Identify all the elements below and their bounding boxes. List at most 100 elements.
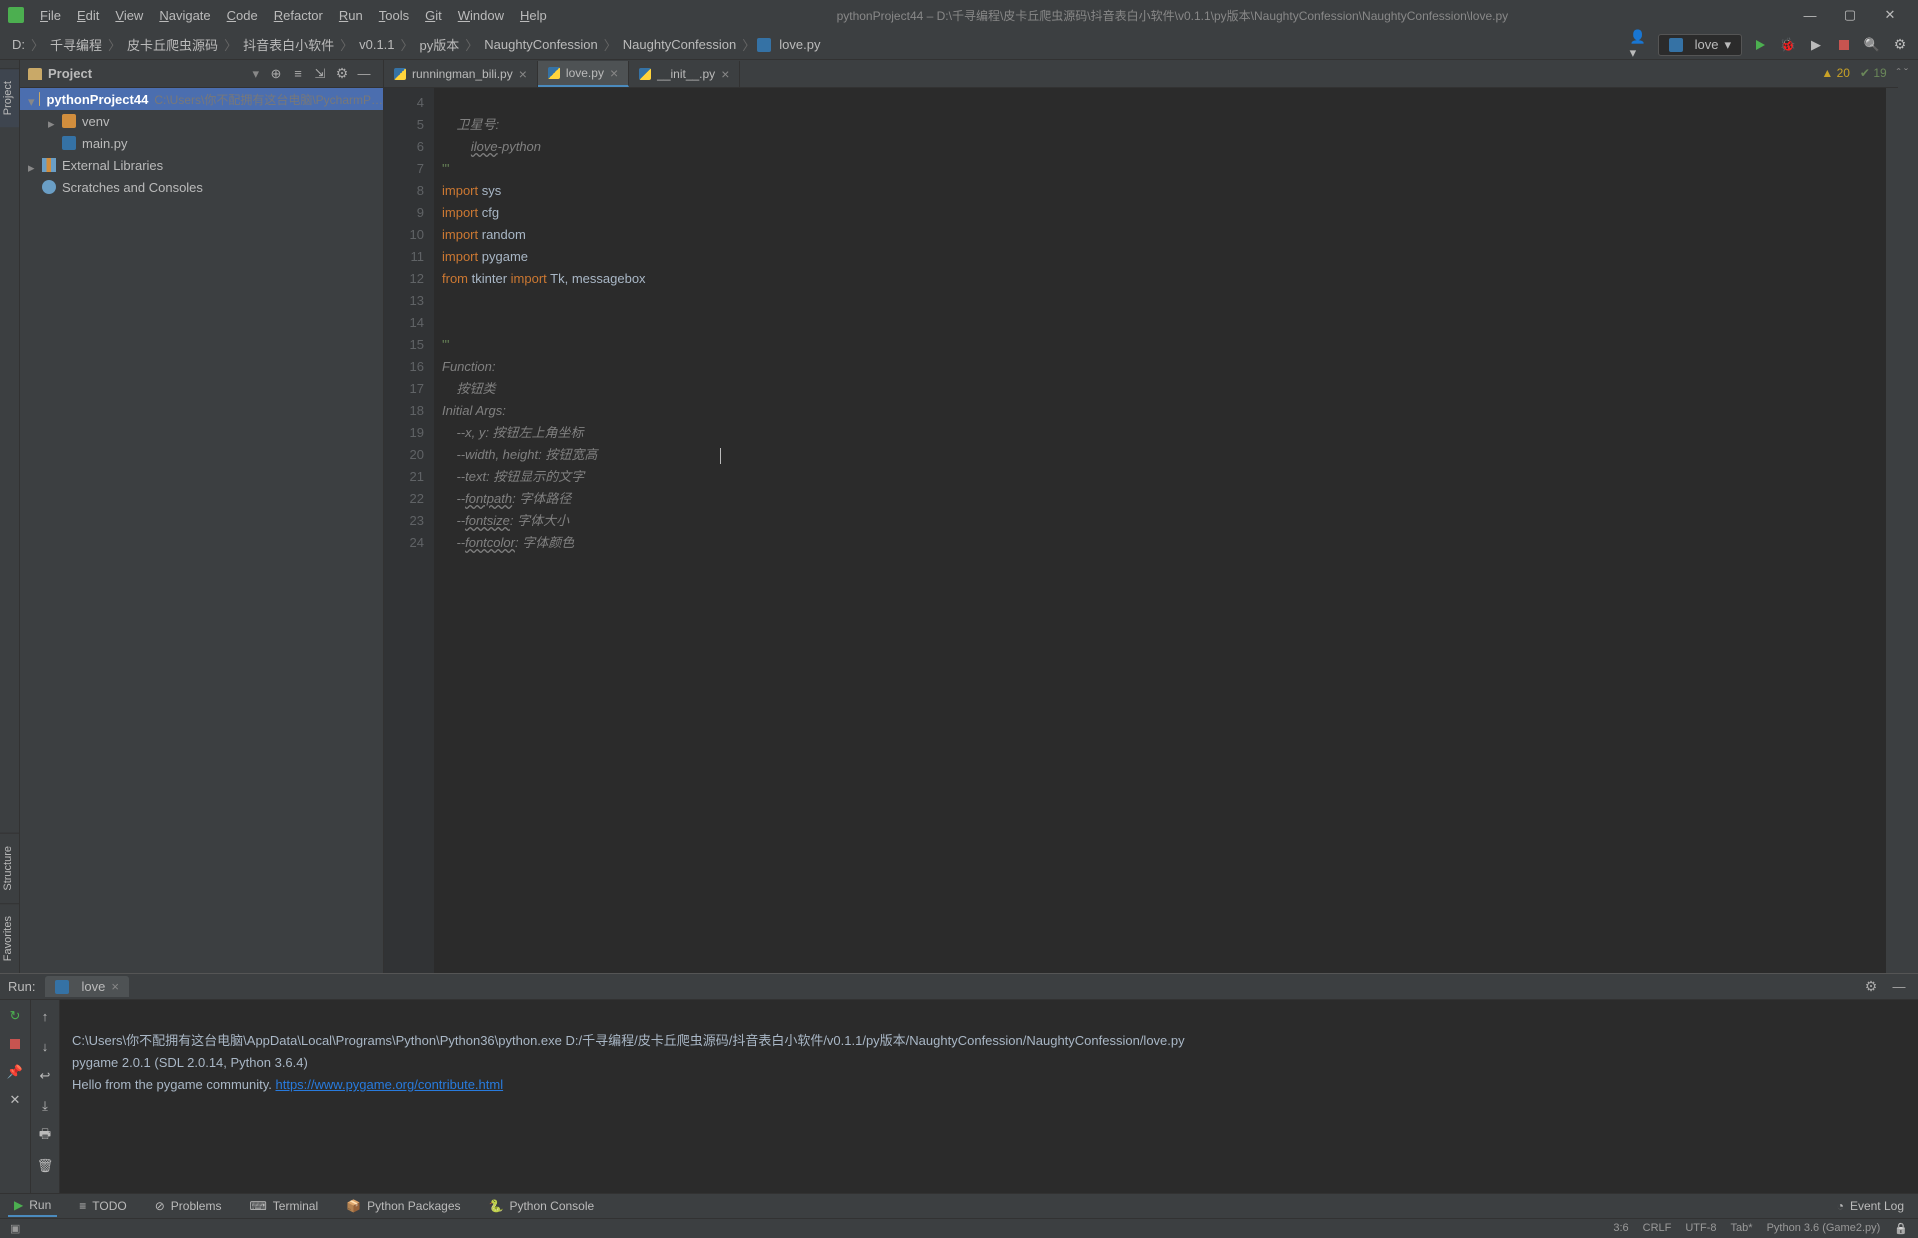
code-line[interactable]: Function: — [442, 356, 1886, 378]
editor-tab[interactable]: love.py× — [538, 61, 629, 87]
breadcrumb-segment[interactable]: love.py — [775, 35, 824, 54]
readonly-lock-icon[interactable] — [1894, 1222, 1908, 1235]
breadcrumb-segment[interactable]: 皮卡丘爬虫源码 — [123, 33, 222, 56]
expand-all-icon[interactable]: ≡ — [287, 63, 309, 85]
tree-node-scratches[interactable]: Scratches and Consoles — [20, 176, 383, 198]
tool-tab-terminal[interactable]: ⌨Terminal — [243, 1196, 324, 1216]
close-window-button[interactable]: ✕ — [1870, 0, 1910, 30]
menu-edit[interactable]: Edit — [69, 4, 107, 27]
menu-git[interactable]: Git — [417, 4, 450, 27]
code-line[interactable]: 按钮类 — [442, 378, 1886, 400]
menu-view[interactable]: View — [107, 4, 151, 27]
tool-tab-run[interactable]: ▶Run — [8, 1195, 57, 1217]
run-config-selector[interactable]: love ▾ — [1658, 34, 1742, 56]
close-icon[interactable]: × — [111, 979, 119, 994]
line-number-gutter[interactable]: 456789101112131415161718192021222324 — [384, 88, 434, 973]
code-line[interactable]: ''' — [442, 158, 1886, 180]
file-encoding[interactable]: UTF-8 — [1685, 1222, 1716, 1235]
run-button[interactable] — [1750, 35, 1770, 55]
inspection-bar[interactable]: ▲ 20 ✔ 19 ˆ ˇ — [1821, 66, 1908, 80]
up-trace-icon[interactable]: ↑ — [35, 1006, 55, 1026]
line-separator[interactable]: CRLF — [1643, 1222, 1672, 1235]
code-line[interactable] — [442, 312, 1886, 334]
breadcrumb-segment[interactable]: NaughtyConfession — [619, 35, 740, 54]
code-line[interactable]: import sys — [442, 180, 1886, 202]
coverage-button[interactable]: ▶ — [1806, 35, 1826, 55]
error-stripe[interactable] — [1886, 88, 1898, 973]
indent-setting[interactable]: Tab* — [1731, 1222, 1753, 1235]
menu-code[interactable]: Code — [219, 4, 266, 27]
minimize-button[interactable]: — — [1790, 0, 1830, 30]
tool-window-quick-access-icon[interactable]: ▣ — [10, 1222, 20, 1235]
tool-tab-todo[interactable]: ≡TODO — [73, 1196, 132, 1216]
menu-file[interactable]: File — [32, 4, 69, 27]
pin-icon[interactable]: 📌 — [5, 1062, 25, 1082]
code-line[interactable]: import random — [442, 224, 1886, 246]
rerun-button[interactable]: ↻ — [5, 1006, 25, 1026]
code-line[interactable]: ilove-python — [442, 136, 1886, 158]
clear-icon[interactable]: 🗑 — [35, 1156, 55, 1176]
stop-run-button[interactable] — [5, 1034, 25, 1054]
hide-panel-icon[interactable]: — — [353, 63, 375, 85]
tree-node-ext-lib[interactable]: External Libraries — [20, 154, 383, 176]
view-mode-chevron-icon[interactable]: ▾ — [252, 66, 259, 82]
close-tab-icon[interactable]: × — [610, 65, 618, 81]
breadcrumb-segment[interactable]: 抖音表白小软件 — [239, 33, 338, 56]
settings-icon[interactable] — [1890, 35, 1910, 55]
editor-tab[interactable]: runningman_bili.py× — [384, 61, 538, 87]
code-line[interactable]: --fontsize: 字体大小 — [442, 510, 1886, 532]
editor-tab[interactable]: __init__.py× — [629, 61, 740, 87]
tool-tab-py-console[interactable]: 🐍Python Console — [483, 1196, 601, 1216]
expand-arrow-icon[interactable] — [28, 160, 38, 170]
debug-button[interactable]: 🐞 — [1778, 35, 1798, 55]
structure-tool-tab[interactable]: Structure — [0, 833, 19, 903]
tree-root[interactable]: pythonProject44 C:\Users\你不配拥有这台电脑\Pycha… — [20, 88, 383, 110]
code-line[interactable]: ''' — [442, 334, 1886, 356]
breadcrumb-segment[interactable]: NaughtyConfession — [480, 35, 601, 54]
menu-window[interactable]: Window — [450, 4, 512, 27]
tree-node-venv[interactable]: venv — [20, 110, 383, 132]
code-line[interactable]: import cfg — [442, 202, 1886, 224]
tool-tab-event-log[interactable]: ◔Event Log — [1831, 1196, 1910, 1216]
close-tab-icon[interactable]: × — [519, 66, 527, 82]
menu-navigate[interactable]: Navigate — [151, 4, 218, 27]
caret-position[interactable]: 3:6 — [1613, 1222, 1628, 1235]
soft-wrap-icon[interactable]: ↩ — [35, 1066, 55, 1086]
console-link[interactable]: https://www.pygame.org/contribute.html — [276, 1077, 504, 1092]
code-line[interactable]: --x, y: 按钮左上角坐标 — [442, 422, 1886, 444]
search-everywhere-icon[interactable] — [1862, 35, 1882, 55]
hide-run-icon[interactable]: — — [1888, 976, 1910, 998]
tree-node-main[interactable]: main.py — [20, 132, 383, 154]
code-line[interactable] — [442, 92, 1886, 114]
project-tool-tab[interactable]: Project — [0, 68, 19, 127]
breadcrumb-segment[interactable]: v0.1.1 — [355, 35, 398, 54]
add-config-icon[interactable]: 👤▾ — [1630, 35, 1650, 55]
inspection-chevron-icon[interactable]: ˆ ˇ — [1897, 66, 1908, 80]
close-run-icon[interactable]: ✕ — [5, 1090, 25, 1110]
expand-arrow-icon[interactable] — [48, 116, 58, 126]
interpreter-setting[interactable]: Python 3.6 (Game2.py) — [1767, 1222, 1881, 1235]
run-tool-tab[interactable]: love × — [45, 976, 128, 997]
tool-tab-py-packages[interactable]: 📦Python Packages — [340, 1196, 466, 1216]
breadcrumb-segment[interactable]: py版本 — [416, 33, 464, 56]
stop-button[interactable] — [1834, 35, 1854, 55]
tool-tab-problems[interactable]: ⊘Problems — [149, 1196, 228, 1216]
down-trace-icon[interactable]: ↓ — [35, 1036, 55, 1056]
code-line[interactable] — [442, 290, 1886, 312]
menu-help[interactable]: Help — [512, 4, 555, 27]
code-line[interactable]: --text: 按钮显示的文字 — [442, 466, 1886, 488]
console-output[interactable]: C:\Users\你不配拥有这台电脑\AppData\Local\Program… — [60, 1000, 1918, 1193]
locate-icon[interactable]: ⊕ — [265, 63, 287, 85]
warnings-badge[interactable]: ▲ 20 — [1821, 66, 1850, 80]
code-line[interactable]: --fontpath: 字体路径 — [442, 488, 1886, 510]
code-line[interactable]: --fontcolor: 字体颜色 — [442, 532, 1886, 554]
favorites-tool-tab[interactable]: Favorites — [0, 903, 19, 973]
menu-run[interactable]: Run — [331, 4, 371, 27]
close-tab-icon[interactable]: × — [721, 66, 729, 82]
expand-arrow-icon[interactable] — [28, 94, 35, 104]
code-line[interactable]: from tkinter import Tk, messagebox — [442, 268, 1886, 290]
breadcrumb-segment[interactable]: D: — [8, 35, 29, 54]
breadcrumb-segment[interactable]: 千寻编程 — [46, 33, 106, 56]
menu-refactor[interactable]: Refactor — [266, 4, 331, 27]
collapse-all-icon[interactable]: ⇲ — [309, 63, 331, 85]
